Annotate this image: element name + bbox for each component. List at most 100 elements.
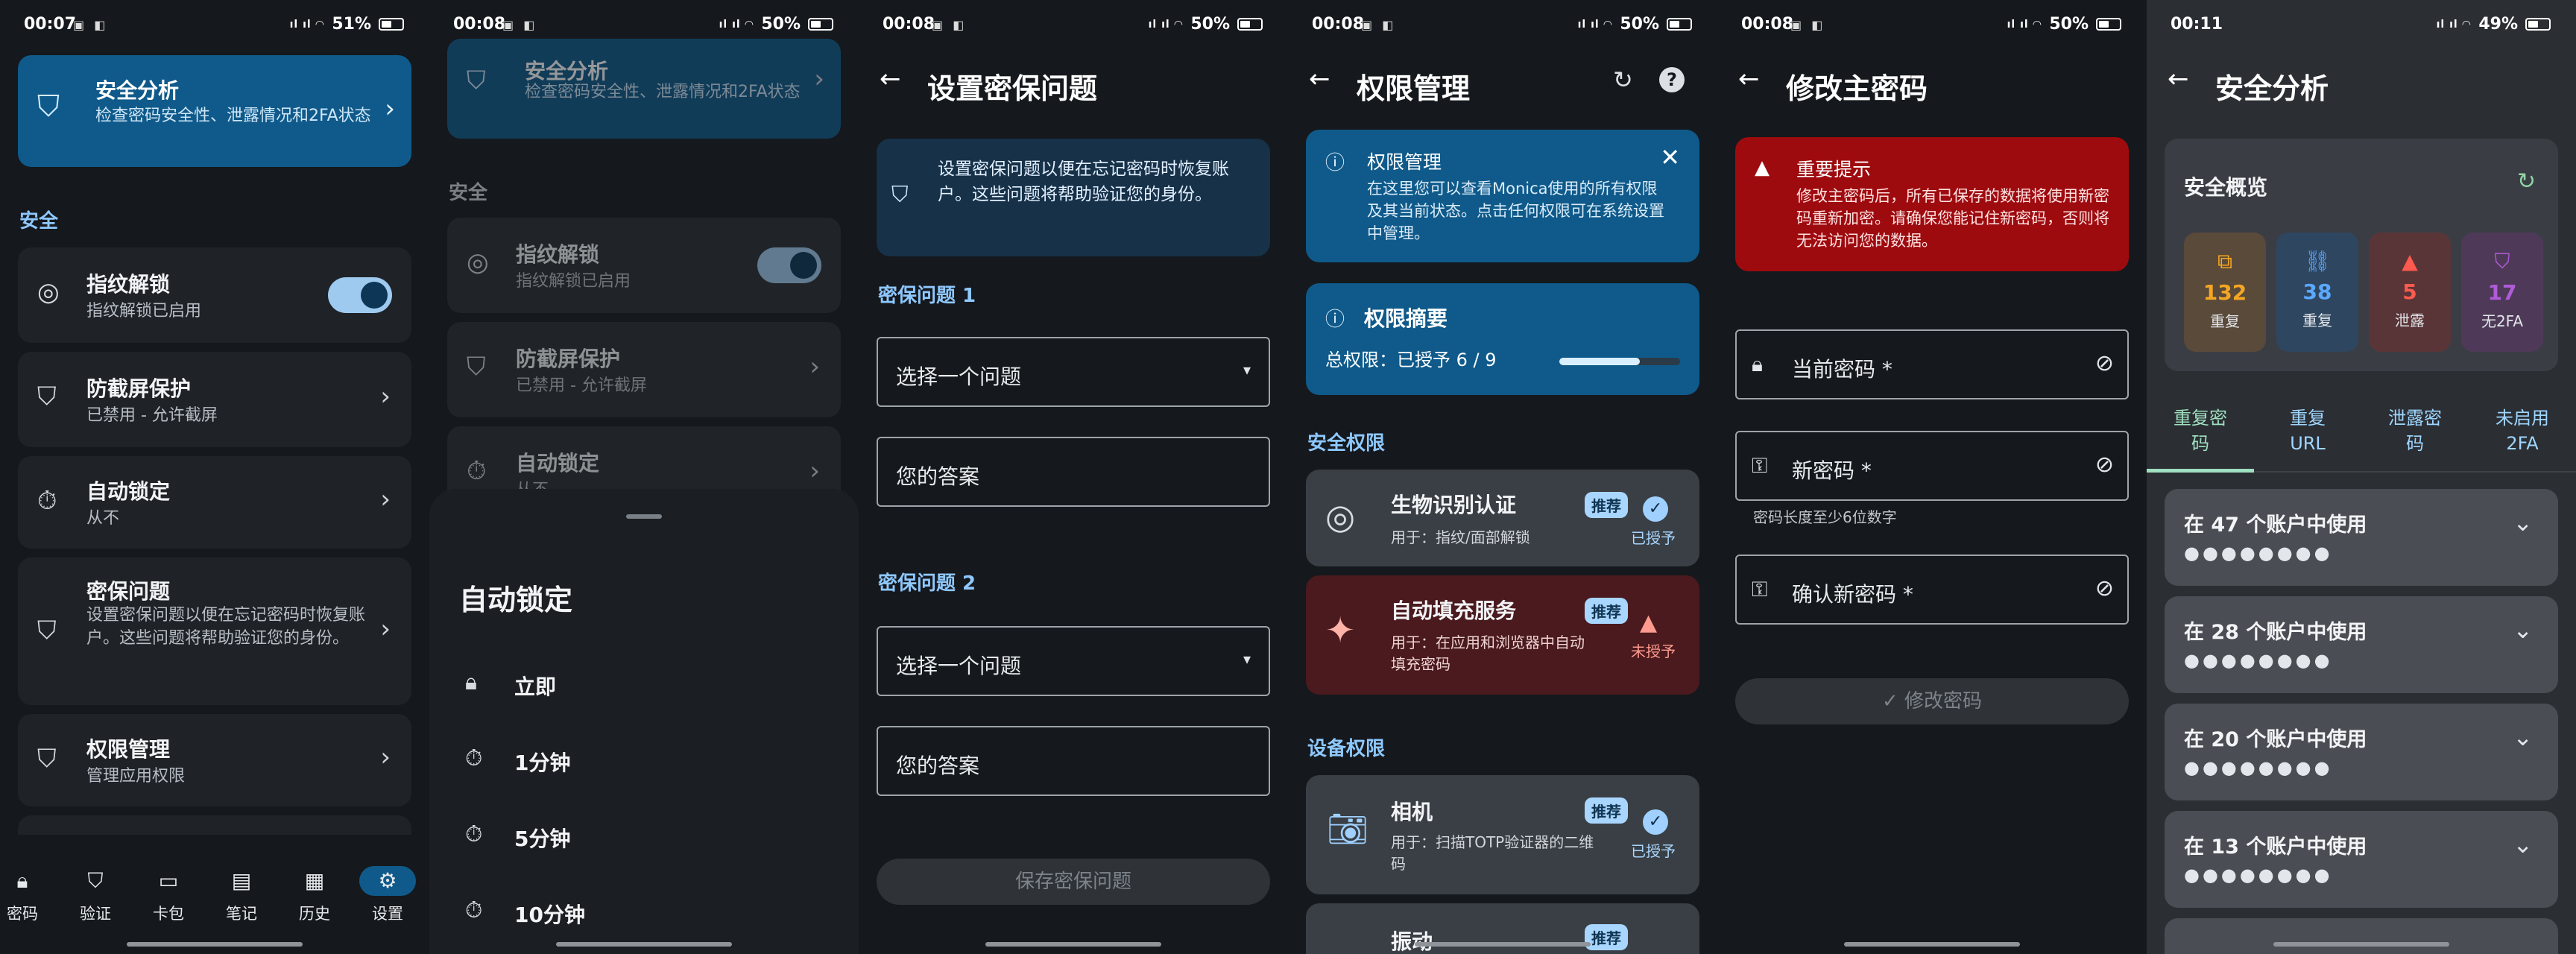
permission-biometric[interactable]: ◎ 生物识别认证 推荐 用于：指纹/面部解锁 ✓ 已授予 xyxy=(1306,470,1699,566)
clock: 00:08 xyxy=(1312,15,1365,34)
note-icon: ▤ xyxy=(231,868,252,893)
button-label: 保存密保问题 xyxy=(1014,871,1131,893)
current-password-field[interactable]: 🔒︎ 当前密码 * ⊘ xyxy=(1735,329,2129,399)
back-arrow-icon[interactable]: ← xyxy=(1738,64,1760,94)
bottom-nav: 🔒︎ 密码 ⛉ 验证 ▭ 卡包 ▤ 笔记 ▦ 历史 ⚙ 设置 xyxy=(0,835,429,954)
visibility-off-icon[interactable]: ⊘ xyxy=(2095,452,2114,478)
page-title: 修改主密码 xyxy=(1786,72,1928,105)
tab-1[interactable]: 重复URL xyxy=(2254,395,2361,473)
nav-item-0[interactable]: 🔒︎ 密码 xyxy=(0,866,58,926)
fingerprint-row[interactable]: ◎ 指纹解锁 指纹解锁已启用 xyxy=(18,247,411,343)
key-icon: ⚿ xyxy=(1752,577,1768,601)
dropdown-arrow-icon: ▾ xyxy=(1243,361,1251,379)
timer-icon: ⏱ xyxy=(467,456,487,486)
chevron-down-icon: ⌄ xyxy=(2513,508,2533,537)
security-analysis-screen: 00:11 ıl ıl ◠ 49% ← 安全分析 安全概览 ↻ ⧉ 132 重复 ⛓ 38… xyxy=(2147,0,2576,954)
nav-item-5[interactable]: ⚙ 设置 xyxy=(352,866,423,926)
fingerprint-toggle[interactable] xyxy=(328,277,392,313)
page-title: 设置密保问题 xyxy=(927,72,1098,105)
nav-item-3[interactable]: ▤ 笔记 xyxy=(206,866,277,926)
permissions-screen: 00:08 ▣ ◧ ıl ıl ◠ 50% ← 权限管理 ↻ ? ⓘ 权限管理 在… xyxy=(1288,0,1717,954)
chevron-down-icon: ⌄ xyxy=(2513,830,2533,859)
screenshot-protection-row[interactable]: ⛉ 防截屏保护 已禁用 - 允许截屏 › xyxy=(18,352,411,447)
sheet-title: 自动锁定 xyxy=(459,584,573,616)
tab-label: 未启用2FA xyxy=(2496,408,2549,454)
duplicate-group[interactable]: 在 28 个账户中使用 ●●●●●●●● ⌄ xyxy=(2165,596,2558,693)
duplicate-group[interactable]: 在 20 个账户中使用 ●●●●●●●● ⌄ xyxy=(2165,704,2558,800)
tab-3[interactable]: 未启用2FA xyxy=(2469,395,2576,473)
duplicate-group[interactable]: 在 13 个账户中使用 ●●●●●●●● ⌄ xyxy=(2165,811,2558,908)
warning-title: 重要提示 xyxy=(1796,159,1872,180)
confirm-password-field[interactable]: ⚿ 确认新密码 * ⊘ xyxy=(1735,555,2129,625)
change-password-button[interactable]: ✓ 修改密码 xyxy=(1735,678,2129,724)
refresh-icon[interactable]: ↻ xyxy=(2517,168,2536,195)
warning-icon: ▲ xyxy=(1755,157,1770,179)
nav-label: 设置 xyxy=(372,905,403,923)
nav-label: 验证 xyxy=(80,905,111,923)
stat-tile: ▲ 5 泄露 xyxy=(2369,233,2451,352)
group-title: 在 13 个账户中使用 xyxy=(2184,835,2367,859)
summary-title: 权限摘要 xyxy=(1364,306,1448,331)
shield-icon: ⛉ xyxy=(37,382,57,411)
recommended-badge: 推荐 xyxy=(1585,797,1628,824)
question-2-select[interactable]: 选择一个问题 ▾ xyxy=(877,626,1270,696)
page-title: 权限管理 xyxy=(1357,72,1471,105)
signal-icon: ıl ıl ◠ xyxy=(1148,18,1184,31)
chevron-right-icon: › xyxy=(809,456,820,486)
warning-card: ▲ 重要提示 修改主密码后，所有已保存的数据将使用新密码重新加密。请确保您能记住… xyxy=(1735,137,2129,271)
permission-autofill[interactable]: ✦ 自动填充服务 推荐 用于：在应用和浏览器中自动填充密码 ▲ 未授予 xyxy=(1306,575,1699,695)
info-title: 权限管理 xyxy=(1367,151,1442,173)
option-label: 立即 xyxy=(514,675,557,699)
help-icon[interactable]: ? xyxy=(1659,67,1685,92)
option-immediately[interactable]: 🔒︎ 立即 xyxy=(429,657,859,711)
tab-0[interactable]: 重复密码 xyxy=(2147,395,2254,473)
notification-icons: ▣ ◧ xyxy=(73,18,109,32)
row-subtitle: 设置密保问题以便在忘记密码时恢复账户。这些问题将帮助验证您的身份。 xyxy=(86,606,366,648)
duplicate-group[interactable]: 在 47 个账户中使用 ●●●●●●●● ⌄ xyxy=(2165,489,2558,586)
settings-screen: 00:07 ▣ ◧ ıl ıl ◠ 51% ⛉ 安全分析 检查密码安全性、泄露情况… xyxy=(0,0,429,954)
new-password-field[interactable]: ⚿ 新密码 * ⊘ xyxy=(1735,431,2129,501)
option-1-minute[interactable]: ⏱ 1分钟 xyxy=(429,733,859,787)
permission-camera[interactable]: 📷︎ 相机 推荐 用于：扫描TOTP验证器的二维码 ✓ 已授予 xyxy=(1306,775,1699,894)
visibility-off-icon[interactable]: ⊘ xyxy=(2095,575,2114,601)
shield-lock-icon: ⛉ xyxy=(37,744,57,774)
overview-card: 安全概览 ↻ ⧉ 132 重复 ⛓ 38 重复 ▲ 5 泄露 ⛉ 17 无2FA xyxy=(2165,139,2558,371)
security-questions-row[interactable]: ⛉ 密保问题 设置密保问题以便在忘记密码时恢复账户。这些问题将帮助验证您的身份。… xyxy=(18,557,411,705)
option-5-minutes[interactable]: ⏱ 5分钟 xyxy=(429,809,859,863)
signal-icon: ıl ıl ◠ xyxy=(1577,18,1613,31)
visibility-off-icon[interactable]: ⊘ xyxy=(2095,350,2114,376)
chevron-right-icon: › xyxy=(380,484,391,514)
home-indicator xyxy=(2273,942,2449,947)
info-card: ⛉ 设置密保问题以便在忘记密码时恢复账户。这些问题将帮助验证您的身份。 xyxy=(877,139,1270,256)
row-title: 自动锁定 xyxy=(86,479,171,504)
save-questions-button[interactable]: 保存密保问题 xyxy=(877,859,1270,905)
tab-2[interactable]: 泄露密码 xyxy=(2361,395,2469,473)
option-10-minutes[interactable]: ⏱ 10分钟 xyxy=(429,885,859,939)
stat-tile: ⛓ 38 重复 xyxy=(2276,233,2358,352)
status-bar: 00:07 ▣ ◧ ıl ıl ◠ 51% xyxy=(0,0,429,54)
button-label: 修改密码 xyxy=(1904,690,1983,713)
answer-1-input[interactable]: 您的答案 xyxy=(877,437,1270,507)
back-arrow-icon[interactable]: ← xyxy=(2168,64,2189,94)
nav-item-2[interactable]: ▭ 卡包 xyxy=(133,866,204,926)
progress-fill xyxy=(1559,358,1641,365)
close-icon[interactable]: ✕ xyxy=(1660,143,1680,171)
fingerprint-icon: ◎ xyxy=(37,277,60,307)
back-arrow-icon[interactable]: ← xyxy=(1309,64,1330,94)
sheet-drag-handle[interactable] xyxy=(626,514,662,519)
security-analysis-card[interactable]: ⛉ 安全分析 检查密码安全性、泄露情况和2FA状态 › xyxy=(18,55,411,167)
permissions-row[interactable]: ⛉ 权限管理 管理应用权限 › xyxy=(18,714,411,806)
app-bar: ← 权限管理 ↻ ? xyxy=(1288,54,1717,110)
section-header: 安全 xyxy=(449,182,488,204)
answer-2-input[interactable]: 您的答案 xyxy=(877,726,1270,796)
question-1-select[interactable]: 选择一个问题 ▾ xyxy=(877,337,1270,407)
fingerprint-toggle xyxy=(757,247,821,283)
refresh-icon[interactable]: ↻ xyxy=(1613,66,1633,94)
auto-lock-row[interactable]: ⏱ 自动锁定 从不 › xyxy=(18,456,411,549)
nav-item-4[interactable]: ▦ 历史 xyxy=(279,866,350,926)
status-bar: 00:08 ▣ ◧ ıl ıl ◠ 50% xyxy=(1717,0,2147,54)
back-arrow-icon[interactable]: ← xyxy=(880,64,901,94)
field-label: 新密码 * xyxy=(1792,458,1872,483)
nav-item-1[interactable]: ⛉ 验证 xyxy=(60,866,131,926)
stat-label: 无2FA xyxy=(2481,312,2524,330)
